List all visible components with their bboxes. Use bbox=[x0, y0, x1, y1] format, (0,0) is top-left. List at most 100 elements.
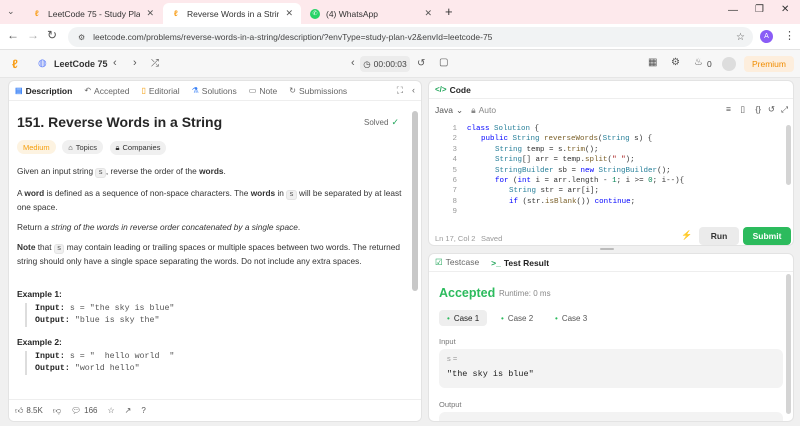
fullscreen-icon[interactable]: ⤢ bbox=[781, 104, 788, 115]
browser-tab-whatsapp[interactable]: ✆ (4) WhatsApp ✕ bbox=[302, 3, 440, 24]
shuffle-icon[interactable]: ⤮ bbox=[151, 58, 159, 69]
case-1-tab[interactable]: • Case 1 bbox=[439, 310, 488, 326]
user-avatar[interactable] bbox=[722, 57, 736, 71]
code-editor[interactable]: 1 class Solution { 2 public String reverse… bbox=[437, 124, 787, 224]
site-info-icon[interactable]: ⚙ bbox=[78, 33, 85, 42]
panel-resize-handle[interactable] bbox=[600, 248, 614, 250]
dislike-icon[interactable]: 👎︎ bbox=[53, 406, 61, 416]
share-icon[interactable]: ↗ bbox=[125, 406, 132, 415]
description-scrollbar[interactable] bbox=[412, 111, 418, 291]
minimize-icon[interactable]: — bbox=[728, 5, 738, 16]
comments-button[interactable]: 💬︎ 166 bbox=[71, 406, 98, 415]
pass-dot-icon: • bbox=[447, 313, 450, 323]
streak-icon[interactable]: ♨ bbox=[694, 57, 703, 68]
forward-icon[interactable]: → bbox=[27, 28, 39, 42]
browser-menu-icon[interactable]: ⋮ bbox=[784, 29, 795, 42]
description-footer: 👍︎ 8.5K 👎︎ 💬︎ 166 ☆ ↗ ? bbox=[9, 399, 421, 421]
reload-icon[interactable]: ↻ bbox=[47, 28, 57, 42]
tab-submissions[interactable]: ↻ Submissions bbox=[289, 86, 347, 96]
problem-tabs: ▤ Description ↶ Accepted ▯ Editorial ⚗ Solut… bbox=[9, 81, 421, 101]
output-label: Output bbox=[439, 400, 462, 409]
tab-editorial[interactable]: ▯ Editorial bbox=[141, 86, 179, 96]
tab-accepted[interactable]: ↶ Accepted bbox=[84, 86, 129, 96]
next-problem-icon[interactable]: › bbox=[133, 57, 137, 69]
timer-collapse-icon[interactable]: ‹ bbox=[351, 57, 355, 69]
browser-tab-study-plan[interactable]: ℓ LeetCode 75 - Study Plan - Leet ✕ bbox=[24, 3, 162, 24]
close-icon[interactable]: ✕ bbox=[146, 8, 154, 19]
profile-avatar[interactable]: A bbox=[760, 30, 773, 43]
tag-icon: ⌂ bbox=[68, 142, 73, 152]
format-icon[interactable]: ≡ bbox=[726, 104, 731, 114]
premium-button[interactable]: Premium bbox=[744, 56, 794, 72]
editorial-icon: ▯ bbox=[141, 86, 146, 95]
layout-icon[interactable]: ▦ bbox=[648, 57, 657, 68]
study-plan-title[interactable]: LeetCode 75 bbox=[54, 59, 108, 69]
checkbox-icon: ☑ bbox=[435, 257, 443, 267]
terminal-icon: >_ bbox=[491, 257, 501, 268]
timer[interactable]: ◷ 00:00:03 bbox=[360, 56, 410, 72]
submit-button[interactable]: Submit bbox=[743, 227, 791, 245]
close-icon[interactable]: ✕ bbox=[285, 8, 293, 19]
tab-solutions[interactable]: ⚗ Solutions bbox=[192, 86, 237, 96]
run-button[interactable]: Run bbox=[699, 227, 739, 245]
tab-title: Reverse Words in a String - Lee bbox=[187, 8, 280, 19]
language-select[interactable]: Java ⌄ bbox=[435, 105, 463, 116]
browser-tab-reverse-words[interactable]: ℓ Reverse Words in a String - Lee ✕ bbox=[163, 3, 301, 24]
help-icon[interactable]: ? bbox=[141, 406, 145, 415]
problem-title: 151. Reverse Words in a String bbox=[17, 114, 223, 130]
variable-label: s = bbox=[447, 354, 458, 363]
lock-icon: 🔒︎ bbox=[115, 142, 120, 152]
case-label: Case 1 bbox=[453, 313, 480, 323]
notes-icon[interactable]: ▢ bbox=[439, 57, 448, 68]
paragraph-1: Given an input string s, reverse the ord… bbox=[17, 165, 226, 178]
back-icon[interactable]: ← bbox=[7, 28, 19, 42]
tab-description[interactable]: ▤ Description bbox=[15, 86, 72, 96]
pass-dot-icon: • bbox=[501, 313, 504, 323]
reset-timer-icon[interactable]: ↺ bbox=[417, 58, 425, 69]
window-close-icon[interactable]: ✕ bbox=[781, 4, 789, 15]
collapse-icon[interactable]: ‹ bbox=[412, 85, 415, 95]
braces-icon[interactable]: {} bbox=[755, 104, 761, 114]
leetcode-logo-icon[interactable]: ℓ bbox=[12, 57, 18, 71]
case-3-tab[interactable]: • Case 3 bbox=[547, 310, 595, 326]
debug-icon[interactable]: ⚡ bbox=[681, 230, 692, 241]
companies-chip[interactable]: 🔒︎ Companies bbox=[109, 140, 167, 155]
tab-note[interactable]: ▭ Note bbox=[249, 86, 278, 96]
timer-value: 00:00:03 bbox=[373, 59, 407, 69]
code-scrollbar[interactable] bbox=[786, 125, 791, 185]
check-circle-icon: ✓ bbox=[391, 117, 399, 127]
maximize-icon[interactable]: ⛶ bbox=[397, 85, 403, 96]
bookmark-icon[interactable]: ▯ bbox=[740, 104, 745, 115]
case-2-tab[interactable]: • Case 2 bbox=[493, 310, 541, 326]
thumbs-up-icon: 👍︎ bbox=[15, 405, 24, 415]
test-tabs: ☑ Testcase >_ Test Result bbox=[429, 254, 793, 272]
description-panel: ▤ Description ↶ Accepted ▯ Editorial ⚗ Solut… bbox=[8, 80, 422, 422]
prev-problem-icon[interactable]: ‹ bbox=[113, 57, 117, 69]
test-panel: ☑ Testcase >_ Test Result Accepted Runtime… bbox=[428, 253, 794, 422]
restore-icon[interactable]: ❐ bbox=[755, 4, 764, 15]
autosave-indicator[interactable]: 🔒︎ Auto bbox=[471, 105, 496, 116]
url-text: leetcode.com/problems/reverse-words-in-a… bbox=[93, 32, 493, 42]
case-label: Case 3 bbox=[561, 313, 588, 323]
tab-test-result[interactable]: >_ Test Result bbox=[491, 258, 549, 268]
whatsapp-favicon-icon: ✆ bbox=[310, 8, 320, 19]
verdict: Accepted bbox=[439, 286, 496, 300]
new-tab-button[interactable]: + bbox=[445, 4, 453, 19]
favorite-star-icon[interactable]: ☆ bbox=[107, 406, 114, 415]
comment-count: 166 bbox=[84, 406, 98, 415]
study-plan-icon: ◍ bbox=[38, 58, 47, 69]
test-scrollbar[interactable] bbox=[786, 274, 791, 414]
tab-search-icon[interactable]: ⌄ bbox=[7, 6, 15, 17]
tab-label: Accepted bbox=[94, 85, 130, 96]
flask-icon: ⚗ bbox=[191, 86, 199, 95]
editor-toolbar: Java ⌄ 🔒︎ Auto ≡ ▯ {} ↺ ⤢ bbox=[429, 101, 793, 119]
close-icon[interactable]: ✕ bbox=[424, 8, 432, 19]
reset-code-icon[interactable]: ↺ bbox=[768, 104, 775, 115]
topics-chip[interactable]: ⌂ Topics bbox=[62, 140, 103, 154]
like-button[interactable]: 👍︎ 8.5K bbox=[15, 406, 43, 416]
settings-icon[interactable]: ⚙ bbox=[671, 57, 680, 68]
bookmark-star-icon[interactable]: ☆ bbox=[736, 32, 745, 43]
url-field[interactable]: ⚙ leetcode.com/problems/reverse-words-in… bbox=[68, 27, 753, 47]
chevron-down-icon: ⌄ bbox=[455, 104, 464, 115]
tab-testcase[interactable]: ☑ Testcase bbox=[435, 257, 479, 268]
